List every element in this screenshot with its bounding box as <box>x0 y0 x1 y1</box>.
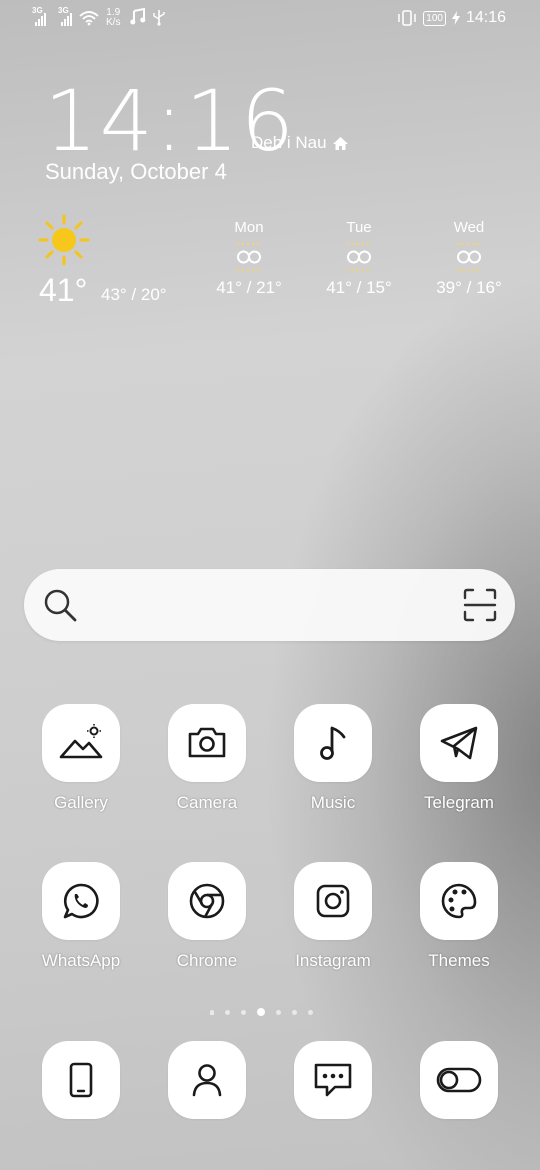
forecast-range: 41° / 21° <box>216 278 282 297</box>
telegram-icon[interactable] <box>420 704 498 782</box>
signal-icon: 3G <box>58 6 72 26</box>
home-icon <box>332 136 348 150</box>
app-whatsapp[interactable]: WhatsApp <box>26 862 136 971</box>
forecast-day[interactable]: Wed 39° / 16° <box>429 219 509 298</box>
page-dot[interactable] <box>292 1009 297 1015</box>
vibrate-icon <box>398 10 417 26</box>
status-bar: 3G 3G 1.9 K/s 100 14:16 <box>0 0 540 38</box>
charging-icon <box>451 11 460 25</box>
app-instagram[interactable]: Instagram <box>278 862 388 971</box>
today-range: 43° / 20° <box>101 285 167 304</box>
contacts-icon[interactable] <box>168 1041 246 1119</box>
page-dot[interactable] <box>276 1009 281 1015</box>
gallery-icon[interactable] <box>42 704 120 782</box>
search-bar[interactable] <box>24 569 515 641</box>
dock-messages[interactable] <box>278 1041 388 1119</box>
dock-settings[interactable] <box>404 1041 514 1119</box>
app-camera[interactable]: Camera <box>152 704 262 813</box>
camera-icon[interactable] <box>168 704 246 782</box>
clock-location[interactable]: Deh i Nau <box>251 133 349 153</box>
app-label: Instagram <box>295 951 371 970</box>
themes-icon[interactable] <box>420 862 498 940</box>
forecast-day-label: Tue <box>346 219 372 236</box>
app-themes[interactable]: Themes <box>404 862 514 971</box>
app-label: Gallery <box>54 793 108 812</box>
page-dot[interactable] <box>210 1009 214 1015</box>
network-speed: 1.9 K/s <box>106 7 121 28</box>
forecast-day-label: Mon <box>234 219 264 236</box>
app-label: Telegram <box>424 793 494 812</box>
haze-icon <box>457 243 481 271</box>
search-icon[interactable] <box>42 587 78 623</box>
app-label: Camera <box>176 793 238 812</box>
location-label: Deh i Nau <box>251 133 327 152</box>
status-left: 3G 3G 1.9 K/s <box>32 6 166 28</box>
page-dot-active[interactable] <box>257 1008 265 1016</box>
instagram-icon[interactable] <box>294 862 372 940</box>
wifi-icon <box>79 11 99 26</box>
forecast-day[interactable]: Tue 41° / 15° <box>319 219 399 298</box>
chrome-icon[interactable] <box>168 862 246 940</box>
app-label: Chrome <box>176 951 238 970</box>
clock-date[interactable]: Sunday, October 4 <box>45 159 227 185</box>
haze-icon <box>237 243 261 271</box>
status-time: 14:16 <box>465 9 506 26</box>
current-temperature: 41° <box>39 272 88 308</box>
page-indicator[interactable] <box>210 1008 313 1016</box>
page-dot[interactable] <box>308 1009 313 1015</box>
dock-phone[interactable] <box>26 1041 136 1119</box>
page-dot[interactable] <box>225 1009 230 1015</box>
phone-icon[interactable] <box>42 1041 120 1119</box>
app-gallery[interactable]: Gallery <box>26 704 136 813</box>
dock-contacts[interactable] <box>152 1041 262 1119</box>
whatsapp-icon[interactable] <box>42 862 120 940</box>
app-label: Themes <box>428 951 490 970</box>
battery-icon: 100 <box>423 10 446 26</box>
music-note-icon <box>130 8 146 25</box>
messages-icon[interactable] <box>294 1041 372 1119</box>
forecast-day-label: Wed <box>453 219 485 236</box>
app-telegram[interactable]: Telegram <box>404 704 514 813</box>
app-chrome[interactable]: Chrome <box>152 862 262 971</box>
forecast-day[interactable]: Mon 41° / 21° <box>209 219 289 298</box>
app-label: Music <box>310 793 356 812</box>
music-icon[interactable] <box>294 704 372 782</box>
signal-icon: 3G <box>32 6 46 26</box>
scan-icon[interactable] <box>463 588 497 622</box>
app-label: WhatsApp <box>41 951 121 970</box>
forecast-range: 41° / 15° <box>326 278 392 297</box>
sun-icon <box>38 214 90 266</box>
status-right: 100 14:16 <box>397 9 506 27</box>
app-music[interactable]: Music <box>278 704 388 813</box>
haze-icon <box>347 243 371 271</box>
clock-time[interactable]: 14:16 <box>44 72 296 170</box>
usb-icon <box>153 10 166 26</box>
forecast-range: 39° / 16° <box>436 278 502 297</box>
page-dot[interactable] <box>241 1009 246 1015</box>
toggle-icon[interactable] <box>420 1041 498 1119</box>
weather-today[interactable] <box>38 214 90 271</box>
